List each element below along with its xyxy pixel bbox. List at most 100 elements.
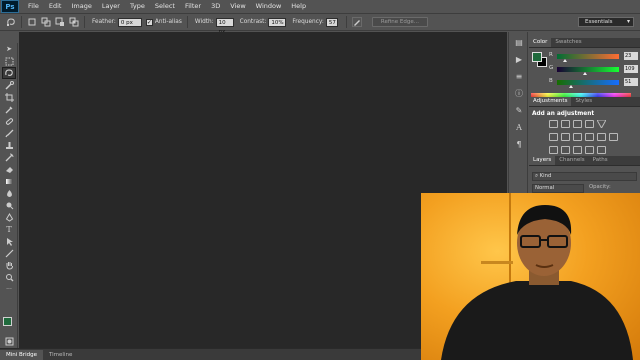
crop-tool-icon[interactable] <box>2 91 16 103</box>
zoom-tool-icon[interactable] <box>2 271 16 283</box>
layers-filter-kind: Kind <box>539 173 552 179</box>
new-selection-icon[interactable] <box>27 17 37 27</box>
tab-mini-bridge[interactable]: Mini Bridge <box>0 350 43 360</box>
tab-swatches[interactable]: Swatches <box>551 38 585 47</box>
tab-adjustments[interactable]: Adjustments <box>529 97 572 106</box>
move-tool-icon[interactable]: ➤ <box>2 43 16 55</box>
properties-panel-icon[interactable]: ≡ <box>512 71 526 83</box>
gradient-map-icon[interactable] <box>597 146 606 154</box>
blue-slider-thumb[interactable] <box>569 85 573 88</box>
color-lookup-icon[interactable] <box>609 133 618 141</box>
healing-brush-tool-icon[interactable] <box>2 115 16 127</box>
red-value-field[interactable]: 23 <box>624 52 638 60</box>
green-slider[interactable]: G 109 <box>549 65 639 75</box>
history-panel-icon[interactable]: ▤ <box>512 37 526 49</box>
blend-mode-select[interactable]: Normal <box>532 184 584 193</box>
menu-file[interactable]: File <box>23 0 44 13</box>
brush-panel-icon[interactable]: ✎ <box>512 105 526 117</box>
tab-styles[interactable]: Styles <box>571 97 596 106</box>
contrast-field[interactable]: 10% <box>268 17 287 27</box>
frequency-field[interactable]: 57 <box>325 17 338 27</box>
vibrance-icon[interactable] <box>596 119 607 130</box>
menu-image[interactable]: Image <box>66 0 96 13</box>
menu-edit[interactable]: Edit <box>44 0 67 13</box>
marquee-tool-icon[interactable] <box>2 55 16 67</box>
selective-color-icon[interactable] <box>585 146 594 154</box>
tab-paths[interactable]: Paths <box>589 156 612 165</box>
add-to-selection-icon[interactable] <box>41 17 51 27</box>
green-slider-thumb[interactable] <box>583 72 587 75</box>
blue-slider-track[interactable] <box>557 80 619 85</box>
antialias-checkbox[interactable]: ✓ <box>145 18 153 26</box>
adjustment-row-3 <box>549 146 606 154</box>
character-panel-icon[interactable]: A <box>512 122 526 134</box>
tab-color[interactable]: Color <box>529 38 552 47</box>
dodge-tool-icon[interactable] <box>2 199 16 211</box>
hand-tool-icon[interactable] <box>2 259 16 271</box>
quick-mask-icon[interactable] <box>2 335 16 347</box>
layers-filter-select[interactable]: ⌕ Kind <box>532 172 637 181</box>
foreground-color-swatch[interactable] <box>3 317 12 326</box>
gradient-tool-icon[interactable] <box>2 175 16 187</box>
eraser-tool-icon[interactable] <box>2 163 16 175</box>
menu-layer[interactable]: Layer <box>97 0 125 13</box>
info-panel-icon[interactable]: ⓘ <box>512 88 526 100</box>
blue-value-field[interactable]: 51 <box>624 78 638 86</box>
path-selection-tool-icon[interactable] <box>2 235 16 247</box>
brightness-contrast-icon[interactable] <box>549 120 558 128</box>
menu-help[interactable]: Help <box>286 0 311 13</box>
brush-tool-icon[interactable] <box>2 127 16 139</box>
threshold-icon[interactable] <box>573 146 582 154</box>
menu-3d[interactable]: 3D <box>206 0 225 13</box>
eyedropper-tool-icon[interactable] <box>2 103 16 115</box>
type-tool-icon[interactable]: T <box>2 223 16 235</box>
blue-slider[interactable]: B 51 <box>549 78 639 88</box>
tab-channels[interactable]: Channels <box>555 156 588 165</box>
more-tools-icon[interactable]: ··· <box>2 283 16 295</box>
adjustments-title: Add an adjustment <box>532 111 595 117</box>
pen-tool-icon[interactable] <box>2 211 16 223</box>
tab-timeline[interactable]: Timeline <box>43 350 78 360</box>
tab-layers[interactable]: Layers <box>529 156 556 165</box>
invert-icon[interactable] <box>549 146 558 154</box>
black-white-icon[interactable] <box>573 133 582 141</box>
tools-panel: ➤ T ··· <box>0 43 18 353</box>
green-slider-track[interactable] <box>557 67 619 72</box>
channel-mixer-icon[interactable] <box>597 133 606 141</box>
contrast-label: Contrast: <box>239 19 267 25</box>
magnetic-lasso-preset-icon[interactable] <box>6 17 16 27</box>
blur-tool-icon[interactable] <box>2 187 16 199</box>
shape-tool-icon[interactable] <box>2 247 16 259</box>
subtract-from-selection-icon[interactable] <box>55 17 65 27</box>
hue-saturation-icon[interactable] <box>549 133 558 141</box>
refine-edge-button[interactable]: Refine Edge... <box>371 17 429 27</box>
red-slider-thumb[interactable] <box>563 59 567 62</box>
curves-icon[interactable] <box>573 120 582 128</box>
color-panel-foreground[interactable] <box>532 52 542 62</box>
workspace-select[interactable]: Essentials <box>578 17 634 27</box>
red-slider[interactable]: R 23 <box>549 52 639 62</box>
paragraph-panel-icon[interactable]: ¶ <box>512 139 526 151</box>
quick-selection-tool-icon[interactable] <box>2 79 16 91</box>
menu-filter[interactable]: Filter <box>180 0 206 13</box>
width-field[interactable]: 10 px <box>215 17 234 35</box>
menu-window[interactable]: Window <box>251 0 287 13</box>
menu-view[interactable]: View <box>225 0 250 13</box>
levels-icon[interactable] <box>561 120 570 128</box>
intersect-selection-icon[interactable] <box>69 17 79 27</box>
photo-filter-icon[interactable] <box>585 133 594 141</box>
history-brush-tool-icon[interactable] <box>2 151 16 163</box>
tablet-pressure-icon[interactable] <box>351 17 362 27</box>
exposure-icon[interactable] <box>585 120 594 128</box>
layers-panel-tabs: Layers Channels Paths <box>529 156 640 166</box>
color-balance-icon[interactable] <box>561 133 570 141</box>
posterize-icon[interactable] <box>561 146 570 154</box>
tool-color-swatches[interactable] <box>3 317 17 331</box>
lasso-tool-icon[interactable] <box>2 67 16 79</box>
menu-type[interactable]: Type <box>125 0 150 13</box>
clone-stamp-tool-icon[interactable] <box>2 139 16 151</box>
green-value-field[interactable]: 109 <box>624 65 638 73</box>
menu-select[interactable]: Select <box>150 0 180 13</box>
actions-panel-icon[interactable]: ▶ <box>512 54 526 66</box>
feather-field[interactable]: 0 px <box>117 17 142 27</box>
